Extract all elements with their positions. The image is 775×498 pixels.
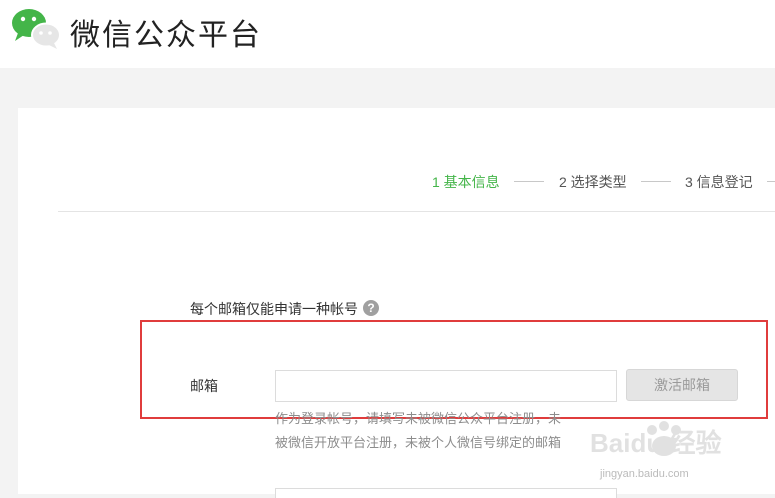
step-connector bbox=[767, 181, 775, 182]
activate-email-button[interactable]: 激活邮箱 bbox=[626, 369, 738, 401]
question-icon[interactable]: ? bbox=[363, 300, 379, 316]
steps-divider bbox=[58, 211, 775, 212]
step-connector bbox=[641, 181, 671, 182]
email-notice: 每个邮箱仅能申请一种帐号 bbox=[190, 301, 358, 317]
password-input[interactable] bbox=[275, 488, 617, 498]
wechat-logo-icon[interactable] bbox=[10, 6, 62, 50]
email-hint-line2: 被微信开放平台注册，未被个人微信号绑定的邮箱 bbox=[275, 435, 562, 450]
email-hint-line1: 作为登录帐号，请填写未被微信公众平台注册，未 bbox=[275, 411, 562, 426]
step-connector bbox=[514, 181, 544, 182]
watermark-brand: Baidu 经验 bbox=[590, 428, 721, 458]
registration-steps: 1 基本信息 2 选择类型 3 信息登记 bbox=[0, 172, 775, 192]
watermark-url: jingyan.baidu.com bbox=[600, 468, 689, 480]
email-input[interactable] bbox=[275, 370, 617, 402]
email-label: 邮箱 bbox=[190, 378, 218, 394]
top-header: 微信公众平台 bbox=[0, 0, 775, 68]
step-basic-info: 1 基本信息 bbox=[432, 174, 500, 190]
platform-title: 微信公众平台 bbox=[70, 18, 262, 53]
step-info-register: 3 信息登记 bbox=[685, 174, 753, 190]
step-select-type: 2 选择类型 bbox=[559, 174, 627, 190]
